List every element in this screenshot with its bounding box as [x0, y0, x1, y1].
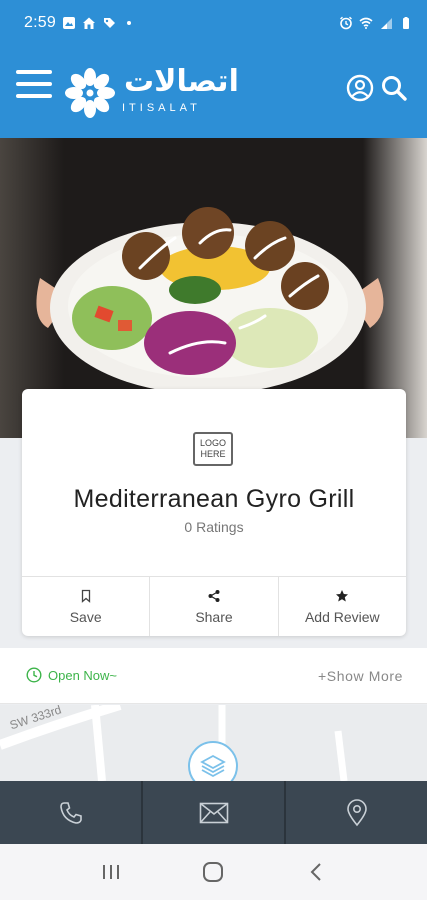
directions-button[interactable]: [284, 781, 427, 844]
brand-latin-text: ITISALAT: [122, 102, 201, 114]
logo-placeholder-line1: LOGO: [199, 438, 226, 448]
email-button[interactable]: [141, 781, 284, 844]
brand-logo[interactable]: اتصالات ITISALAT: [64, 64, 239, 122]
ratings-count: 0 Ratings: [184, 519, 244, 535]
contact-bar: [0, 781, 427, 844]
clock-icon: [26, 667, 42, 683]
listing-actions: Save Share Add Review: [22, 576, 406, 636]
app-screen: 2:59 اتصالات ITISALAT LOGO HERE Mediterr…: [0, 0, 427, 900]
status-bar: 2:59: [0, 0, 427, 46]
logo-placeholder: LOGO HERE: [193, 432, 233, 466]
listing-card: LOGO HERE Mediterranean Gyro Grill 0 Rat…: [22, 389, 406, 636]
user-account-icon[interactable]: [346, 74, 374, 102]
back-icon[interactable]: [296, 852, 336, 892]
hamburger-menu-icon[interactable]: [16, 70, 52, 98]
open-status: Open Now~: [48, 667, 118, 683]
business-name: Mediterranean Gyro Grill: [73, 485, 355, 513]
hours-row: Open Now~ +Show More: [0, 648, 427, 704]
share-label: Share: [195, 608, 233, 625]
star-icon: [336, 589, 349, 601]
open-now-toggle[interactable]: Open Now~: [26, 667, 117, 683]
save-button[interactable]: Save: [22, 577, 149, 636]
add-review-label: Add Review: [304, 608, 380, 625]
location-pin-icon: [346, 798, 367, 826]
map-view[interactable]: SW 333rd: [0, 705, 427, 781]
system-navigation-bar: [0, 844, 427, 900]
share-icon: [208, 589, 220, 602]
phone-icon: [59, 801, 82, 824]
alarm-icon: [340, 16, 352, 30]
add-review-button[interactable]: Add Review: [277, 577, 406, 636]
home-icon[interactable]: [193, 852, 233, 892]
tag-icon: [103, 18, 115, 28]
battery-icon: [403, 17, 409, 29]
dot-icon: [126, 21, 131, 25]
signal-icon: [381, 18, 392, 29]
recent-apps-icon[interactable]: [91, 852, 131, 892]
bookmark-icon: [81, 589, 90, 603]
brand-arabic-text: اتصالات: [124, 64, 239, 99]
logo-placeholder-line2: HERE: [200, 449, 226, 459]
layers-icon: [200, 754, 226, 778]
wifi-icon: [359, 17, 373, 29]
mail-icon: [199, 802, 228, 823]
save-label: Save: [69, 608, 102, 625]
search-icon[interactable]: [380, 74, 408, 102]
flower-logo-icon: [65, 68, 115, 118]
app-header: اتصالات ITISALAT: [0, 46, 427, 138]
home-status-icon: [82, 17, 95, 29]
show-more-link[interactable]: +Show More: [318, 668, 403, 684]
share-button[interactable]: Share: [149, 577, 277, 636]
status-time: 2:59: [24, 14, 56, 31]
call-button[interactable]: [0, 781, 141, 844]
gallery-icon: [62, 17, 75, 29]
